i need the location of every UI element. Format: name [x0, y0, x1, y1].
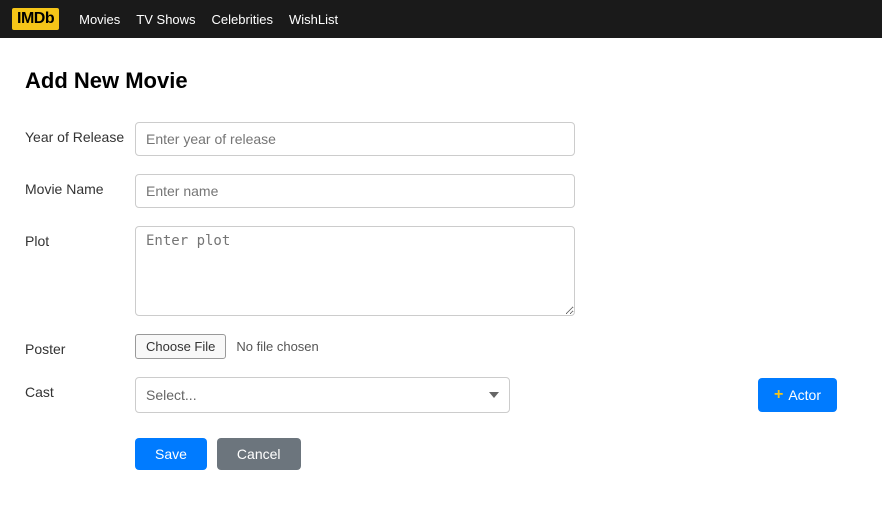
nav-links: Movies TV Shows Celebrities WishList [79, 12, 338, 27]
poster-group: Poster Choose File No file chosen [25, 334, 857, 359]
cast-label: Cast [25, 377, 135, 400]
nav-celebrities[interactable]: Celebrities [212, 12, 273, 27]
add-actor-button[interactable]: + Actor [758, 378, 837, 412]
add-actor-label: Actor [788, 387, 821, 403]
nav-movies[interactable]: Movies [79, 12, 120, 27]
movie-name-group: Movie Name [25, 174, 857, 208]
plot-group: Plot [25, 226, 857, 316]
cast-row: Select... + Actor [135, 377, 857, 413]
navbar: IMDb Movies TV Shows Celebrities WishLis… [0, 0, 882, 38]
plot-textarea[interactable] [135, 226, 575, 316]
year-of-release-group: Year of Release [25, 122, 857, 156]
movie-name-input[interactable] [135, 174, 575, 208]
nav-tvshows[interactable]: TV Shows [136, 12, 195, 27]
nav-wishlist[interactable]: WishList [289, 12, 338, 27]
cast-select-wrap: Select... [135, 377, 510, 413]
page-title: Add New Movie [25, 68, 857, 94]
main-content: Add New Movie Year of Release Movie Name… [0, 38, 882, 500]
cast-group: Cast Select... + Actor [25, 377, 857, 413]
plus-icon: + [774, 386, 783, 404]
choose-file-button[interactable]: Choose File [135, 334, 226, 359]
save-button[interactable]: Save [135, 438, 207, 470]
movie-name-label: Movie Name [25, 174, 135, 197]
cast-select[interactable]: Select... [135, 377, 510, 413]
cancel-button[interactable]: Cancel [217, 438, 301, 470]
form-buttons: Save Cancel [25, 438, 857, 470]
poster-label: Poster [25, 334, 135, 357]
year-of-release-input[interactable] [135, 122, 575, 156]
year-of-release-label: Year of Release [25, 122, 135, 145]
poster-input-group: Choose File No file chosen [135, 334, 319, 359]
imdb-logo: IMDb [12, 8, 59, 30]
plot-label: Plot [25, 226, 135, 249]
no-file-text: No file chosen [236, 339, 318, 354]
